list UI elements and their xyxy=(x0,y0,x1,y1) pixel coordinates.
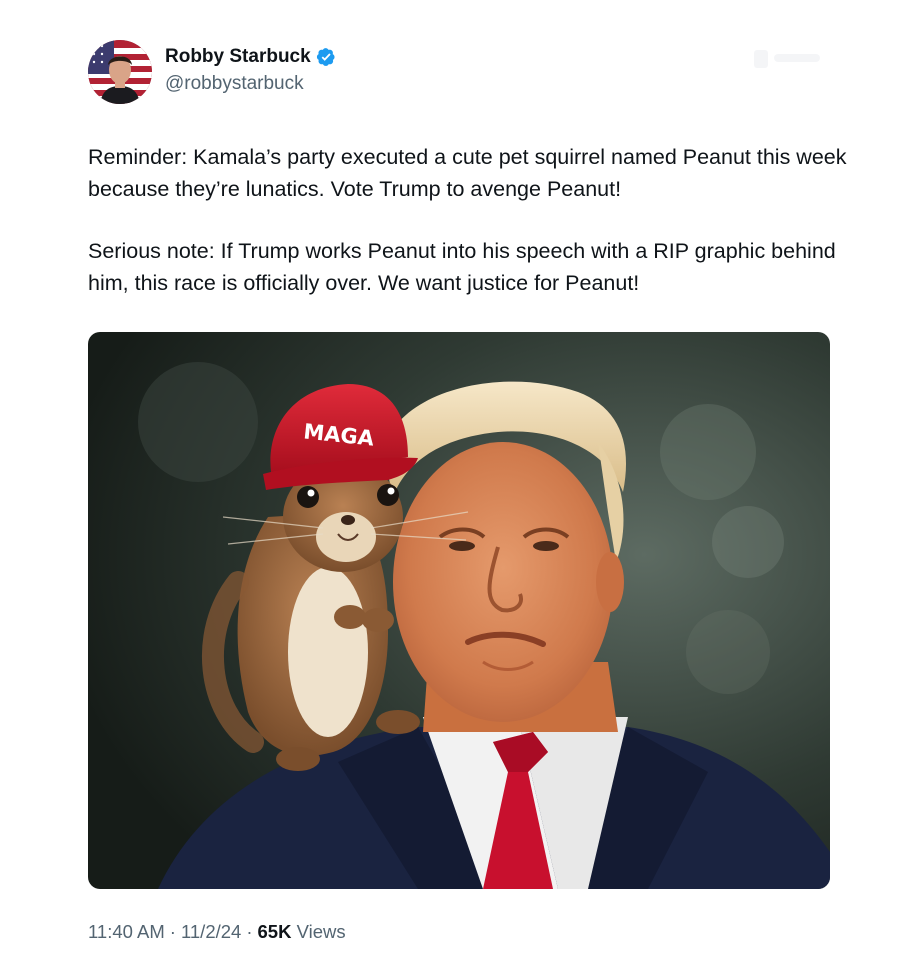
author-avatar[interactable] xyxy=(88,40,152,104)
author-name-row: Robby Starbuck xyxy=(165,44,336,70)
meta-separator: · xyxy=(169,921,176,942)
tweet-media-image[interactable]: MAGA xyxy=(88,332,830,889)
tweet-text: Reminder: Kamala’s party executed a cute… xyxy=(88,141,848,299)
avatar-image xyxy=(88,40,152,104)
tweet-date[interactable]: 11/2/24 xyxy=(181,921,241,942)
tweet-paragraph-2: Serious note: If Trump works Peanut into… xyxy=(88,239,836,295)
author-display-name[interactable]: Robby Starbuck xyxy=(165,46,311,68)
author-handle[interactable]: @robbystarbuck xyxy=(165,73,336,95)
tweet-meta: 11:40 AM · 11/2/24 · 65K Views xyxy=(88,921,346,943)
tweet-time[interactable]: 11:40 AM xyxy=(88,921,165,942)
tweet-paragraph-1: Reminder: Kamala’s party executed a cute… xyxy=(88,145,847,201)
verified-badge-icon xyxy=(316,48,335,66)
watermark-logo xyxy=(754,50,820,68)
views-count: 65K xyxy=(257,921,292,942)
media-illustration: MAGA xyxy=(88,332,830,889)
views-label: Views xyxy=(296,921,346,942)
author-info: Robby Starbuck @robbystarbuck xyxy=(165,44,336,95)
tweet-card: Robby Starbuck @robbystarbuck Reminder: … xyxy=(0,0,922,960)
meta-separator: · xyxy=(246,921,253,942)
